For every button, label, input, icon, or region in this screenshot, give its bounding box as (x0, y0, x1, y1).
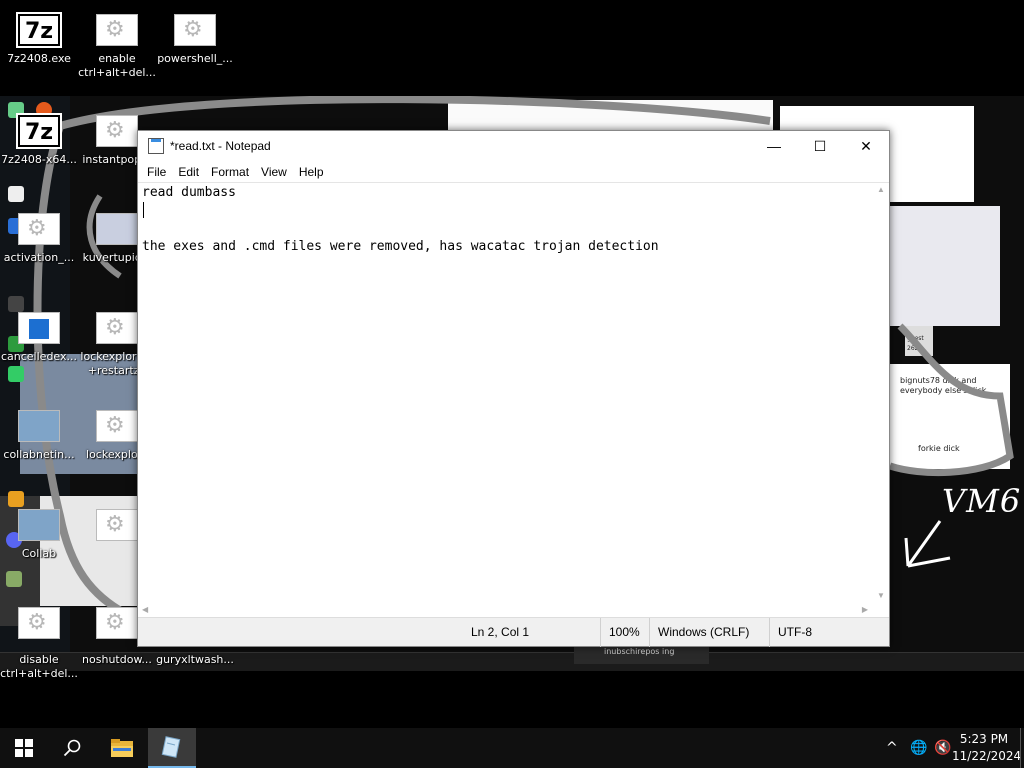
scroll-down-icon[interactable]: ▼ (877, 591, 885, 600)
menu-help[interactable]: Help (293, 165, 330, 179)
menu-file[interactable]: File (141, 165, 172, 179)
close-button[interactable]: ✕ (843, 131, 889, 161)
desktop-icon-label: cancelledex... (0, 350, 77, 363)
menu-view[interactable]: View (255, 165, 293, 179)
network-globe-icon[interactable]: 🌐 (910, 728, 927, 768)
7z-icon: 7z (16, 113, 62, 149)
status-line-ending: Windows (CRLF) (649, 618, 749, 647)
clock[interactable]: 5:23 PM 11/22/2024 (952, 731, 1022, 765)
scroll-left-icon[interactable]: ◀ (142, 605, 148, 614)
background-mini-icon (8, 296, 24, 312)
background-mini-icon (8, 366, 24, 382)
background-mini-icon (6, 571, 22, 587)
desktop-icon-cancelledex[interactable]: cancelledex... (0, 312, 81, 364)
desktop-icon-label: disable ctrl+alt+del... (0, 653, 78, 680)
clock-time: 5:23 PM (959, 732, 1009, 746)
notepad-titlebar[interactable]: *read.txt - Notepad — ☐ ✕ (138, 131, 889, 161)
notepad-taskbar-button[interactable] (148, 728, 196, 768)
file-explorer-button[interactable] (98, 728, 146, 768)
gear-icon (96, 115, 138, 147)
background-mini-icon (8, 186, 24, 202)
vertical-scrollbar[interactable]: ▲ ▼ (872, 183, 889, 602)
start-button[interactable] (0, 728, 48, 768)
maximize-button[interactable]: ☐ (797, 131, 843, 161)
gear-icon (96, 14, 138, 46)
desktop-icon-enable-ctrl-alt-del[interactable]: enable ctrl+alt+del... (75, 14, 159, 80)
tray-chevron-up-icon[interactable]: ^ (886, 728, 898, 768)
gear-icon (96, 312, 138, 344)
desktop-icon-label: collabnetin... (3, 448, 75, 461)
desktop-icon-label: noshutdow... (82, 653, 152, 666)
desktop-icon-7z2408-x64[interactable]: 7z 7z2408-x64... (0, 113, 81, 167)
arrow-drawing-icon (904, 520, 951, 568)
text-editor-area[interactable]: read dumbass the exes and .cmd files wer… (138, 182, 889, 619)
status-bar: Ln 2, Col 1 100% Windows (CRLF) UTF-8 (138, 617, 889, 647)
search-button[interactable] (48, 728, 96, 768)
status-zoom: 100% (600, 618, 640, 647)
desktop-icon-label: enable ctrl+alt+del... (78, 52, 156, 79)
notepad-window[interactable]: *read.txt - Notepad — ☐ ✕ File Edit Form… (137, 130, 890, 647)
show-desktop-button[interactable] (1020, 728, 1024, 768)
desktop-icon-label: 7z2408.exe (7, 52, 71, 65)
picture-icon (96, 213, 138, 245)
menu-format[interactable]: Format (205, 165, 255, 179)
desktop-icon-label: Collab (21, 547, 57, 560)
desktop-icon-disable-ctrl-alt-del[interactable]: disable ctrl+alt+del... (0, 607, 81, 681)
desktop-icon-label: powershell_... (157, 52, 233, 65)
gear-icon (96, 410, 138, 442)
background-mini-icon (8, 491, 24, 507)
gear-icon (96, 509, 138, 541)
scroll-right-icon[interactable]: ▶ (862, 605, 868, 614)
folder-icon (111, 739, 133, 757)
search-icon (63, 739, 81, 757)
desktop-icon-powershell[interactable]: powershell_... (153, 14, 237, 66)
scroll-up-icon[interactable]: ▲ (877, 185, 885, 194)
status-cursor-position: Ln 2, Col 1 (471, 625, 530, 639)
desktop-icon-label: 7z2408-x64... (1, 153, 77, 166)
gear-icon (18, 607, 60, 639)
computer-icon (18, 410, 60, 442)
gear-icon (18, 213, 60, 245)
clock-date: 11/22/2024 (952, 749, 1022, 763)
minimize-button[interactable]: — (751, 131, 797, 161)
text-caret (143, 202, 144, 218)
7z-icon: 7z (16, 12, 62, 48)
desktop-icon-activation[interactable]: activation_... (0, 213, 81, 265)
document-icon (18, 312, 60, 344)
desktop-icon-collab[interactable]: Collab (0, 509, 81, 561)
volume-muted-icon[interactable]: 🔇 (934, 728, 951, 768)
vm6-label: VM6 (942, 482, 1022, 520)
gear-icon (96, 607, 138, 639)
gear-icon (174, 14, 216, 46)
desktop-icon-7z2408[interactable]: 7z 7z2408.exe (0, 12, 81, 66)
notepad-icon (161, 736, 181, 758)
window-title: *read.txt - Notepad (170, 139, 271, 153)
taskbar: ^ 🌐 🔇 5:23 PM 11/22/2024 (0, 728, 1024, 768)
windows-logo-icon (15, 739, 33, 757)
menu-edit[interactable]: Edit (172, 165, 205, 179)
desktop-icon-collabnetin[interactable]: collabnetin... (0, 410, 81, 462)
desktop-icon-label: guryxltwash... (156, 653, 234, 666)
window-controls: — ☐ ✕ (751, 131, 889, 161)
status-encoding: UTF-8 (769, 618, 812, 647)
document-text[interactable]: read dumbass the exes and .cmd files wer… (142, 183, 872, 602)
desktop-icon-label: activation_... (3, 251, 75, 264)
menu-bar: File Edit Format View Help (138, 161, 889, 183)
computer-icon (18, 509, 60, 541)
notepad-icon (148, 138, 164, 154)
